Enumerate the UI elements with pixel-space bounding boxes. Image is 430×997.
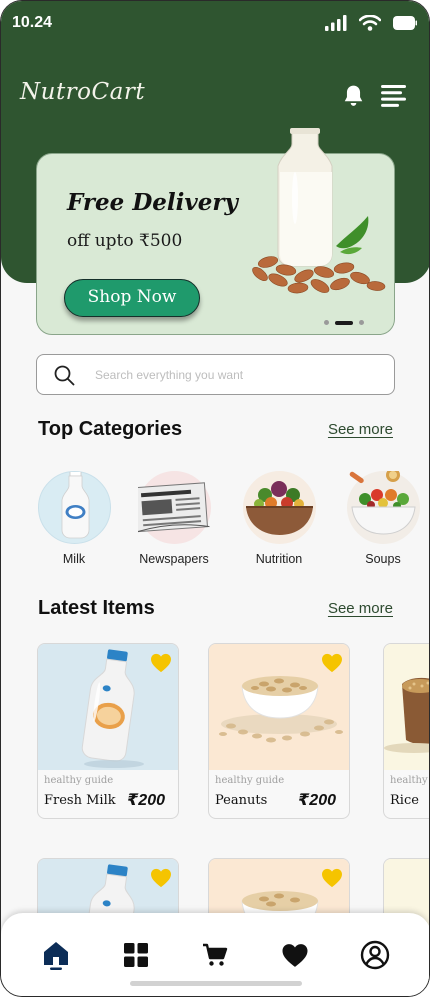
search-bar[interactable]	[36, 354, 395, 395]
nutrition-bowl-icon	[242, 471, 316, 544]
product-card-fresh-milk[interactable]: healthy guide Fresh Milk ₹200	[37, 643, 179, 819]
home-indicator[interactable]	[130, 981, 302, 986]
bottom-navigation	[1, 913, 429, 996]
category-label: Soups	[365, 552, 401, 566]
product-price: ₹200	[298, 792, 336, 809]
search-input[interactable]	[95, 355, 385, 394]
product-name: Rice	[390, 793, 419, 808]
favorite-heart-icon[interactable]	[321, 868, 343, 888]
product-name: Peanuts	[215, 793, 268, 808]
product-card-rice[interactable]: healthy guide Rice	[383, 643, 429, 819]
product-meta: healthy guide	[44, 775, 114, 786]
carousel-dot[interactable]	[324, 320, 329, 325]
status-icons	[325, 15, 417, 31]
nav-cart[interactable]	[198, 938, 232, 972]
milk-bottle-icon	[37, 467, 111, 544]
app-screen: 10.24 NutroCart Free Delivery off upto ₹…	[0, 0, 430, 997]
favorite-heart-icon[interactable]	[321, 653, 343, 673]
product-price: ₹200	[127, 792, 165, 809]
product-card-peanuts[interactable]: healthy guide Peanuts ₹200	[208, 643, 350, 819]
product-meta: healthy guide	[215, 775, 285, 786]
banner-title: Free Delivery	[67, 189, 238, 216]
wifi-icon	[359, 15, 381, 31]
top-categories-title: Top Categories	[38, 418, 183, 440]
carousel-indicator[interactable]	[324, 320, 364, 325]
favorite-heart-icon[interactable]	[150, 653, 172, 673]
status-time: 10.24	[12, 14, 53, 31]
milk-bottle-almonds-image	[252, 128, 386, 294]
soup-bowl-icon	[346, 468, 420, 544]
profile-icon	[360, 940, 390, 970]
nav-favorites[interactable]	[278, 938, 312, 972]
top-categories-see-more-link[interactable]: See more	[328, 421, 393, 438]
notification-bell-icon[interactable]	[341, 83, 366, 113]
nav-profile[interactable]	[358, 938, 392, 972]
nav-categories[interactable]	[119, 938, 153, 972]
latest-items-see-more-link[interactable]: See more	[328, 600, 393, 617]
newspaper-icon	[133, 471, 211, 544]
cart-icon	[203, 943, 228, 966]
search-icon	[54, 365, 75, 386]
latest-items-title: Latest Items	[38, 597, 155, 619]
category-milk[interactable]: Milk	[24, 467, 124, 566]
rice-sack-image	[384, 644, 429, 770]
promo-banner[interactable]: Free Delivery off upto ₹500 Shop Now	[36, 128, 395, 335]
carousel-dot-active[interactable]	[335, 320, 353, 325]
category-label: Milk	[62, 552, 86, 566]
menu-icon[interactable]	[381, 85, 406, 112]
banner-subtitle: off upto ₹500	[67, 231, 183, 251]
category-soups[interactable]: Soups	[333, 468, 429, 566]
home-icon	[44, 942, 68, 970]
category-nutrition[interactable]: Nutrition	[229, 471, 329, 566]
product-meta: healthy guide	[390, 775, 429, 786]
category-newspapers[interactable]: Newspapers	[124, 471, 224, 566]
signal-icon	[325, 15, 347, 31]
carousel-dot[interactable]	[359, 320, 364, 325]
battery-icon	[393, 16, 417, 30]
brand-logo: NutroCart	[20, 79, 146, 105]
status-bar: 10.24	[1, 1, 429, 45]
favorite-heart-icon[interactable]	[150, 868, 172, 888]
shop-now-button[interactable]: Shop Now	[64, 279, 200, 317]
category-label: Nutrition	[255, 552, 303, 566]
grid-icon	[124, 943, 148, 967]
heart-icon	[282, 943, 308, 967]
nav-home[interactable]	[39, 938, 73, 972]
product-name: Fresh Milk	[44, 793, 116, 808]
category-label: Newspapers	[139, 552, 209, 566]
